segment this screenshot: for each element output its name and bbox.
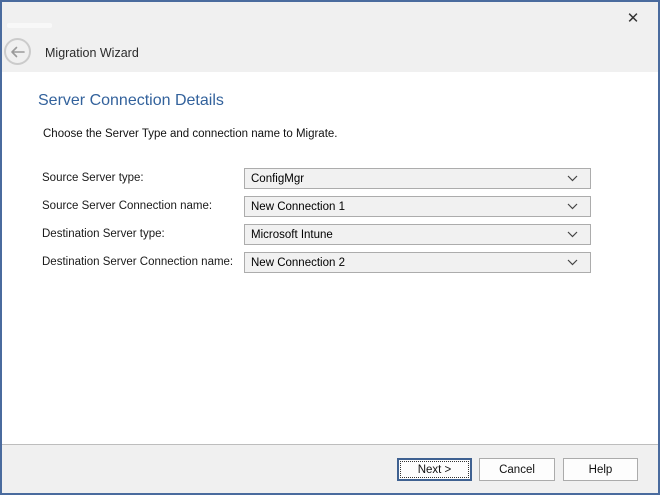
chevron-down-icon [567,175,578,182]
destination-server-type-dropdown[interactable]: Microsoft Intune [244,224,591,245]
destination-server-type-label: Destination Server type: [42,224,165,245]
close-icon: ✕ [627,9,640,27]
titlebar-highlight [7,23,52,28]
dropdown-selected-value: New Connection 1 [251,201,567,213]
source-server-type-label: Source Server type: [42,168,144,189]
wizard-title: Migration Wizard [45,46,139,60]
help-button[interactable]: Help [563,458,638,481]
chevron-down-icon [567,259,578,266]
destination-connection-name-dropdown[interactable]: New Connection 2 [244,252,591,273]
footer: Next > Cancel Help [2,445,658,493]
migration-wizard-window: ✕ Migration Wizard Server Connection Det… [0,0,660,495]
chevron-down-icon [567,231,578,238]
cancel-button[interactable]: Cancel [479,458,555,481]
chevron-down-icon [567,203,578,210]
arrow-left-icon [10,46,25,58]
page-title: Server Connection Details [38,92,224,110]
page-description: Choose the Server Type and connection na… [43,128,338,140]
source-connection-name-dropdown[interactable]: New Connection 1 [244,196,591,217]
next-button[interactable]: Next > [397,458,472,481]
source-server-type-dropdown[interactable]: ConfigMgr [244,168,591,189]
dropdown-selected-value: Microsoft Intune [251,229,567,241]
close-button[interactable]: ✕ [620,6,646,30]
destination-connection-name-label: Destination Server Connection name: [42,252,233,273]
source-connection-name-label: Source Server Connection name: [42,196,212,217]
dropdown-selected-value: New Connection 2 [251,257,567,269]
back-button[interactable] [4,38,31,65]
window-chrome: ✕ Migration Wizard [2,2,658,72]
dropdown-selected-value: ConfigMgr [251,173,567,185]
